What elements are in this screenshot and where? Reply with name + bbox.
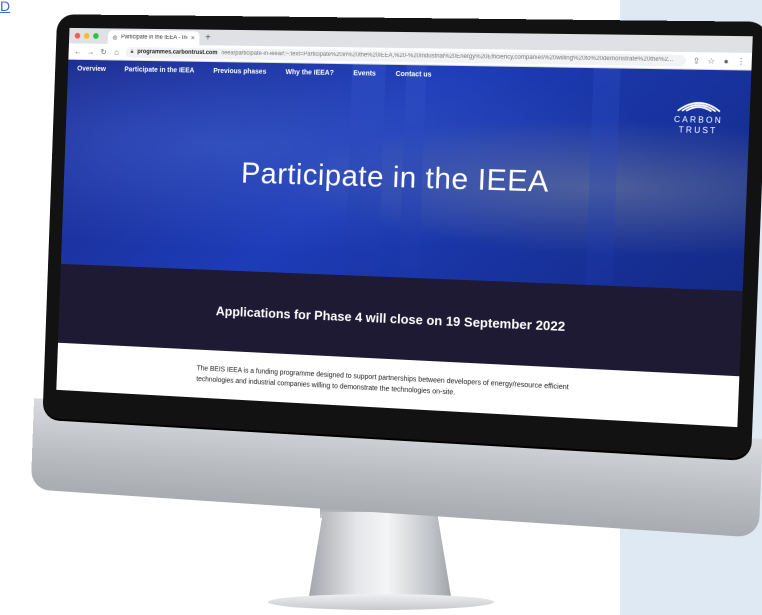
reload-icon[interactable]: ↻ <box>100 47 108 56</box>
monitor-stand-foot <box>268 594 494 610</box>
home-icon[interactable]: ⌂ <box>113 47 121 56</box>
window-controls <box>74 32 99 39</box>
imac-monitor: ◎ Participate in the IEEA - Indust × + ←… <box>30 14 762 543</box>
profile-icon[interactable]: ● <box>722 56 731 65</box>
new-tab-icon[interactable]: + <box>205 32 211 43</box>
nav-item-contact[interactable]: Contact us <box>395 70 431 78</box>
logo-arc-icon <box>675 96 722 113</box>
url-path: /ieea/participate-in-ieea#:~:text=Partic… <box>221 50 674 64</box>
lock-icon: 🔒︎ <box>130 48 134 55</box>
maximize-window-icon[interactable] <box>93 33 99 39</box>
minimize-window-icon[interactable] <box>83 32 90 39</box>
nav-item-events[interactable]: Events <box>353 70 376 77</box>
logo-line-2: TRUST <box>678 125 718 136</box>
share-icon[interactable]: ⇪ <box>692 56 701 65</box>
globe-icon: ◎ <box>112 34 118 41</box>
close-window-icon[interactable] <box>74 32 81 39</box>
nav-item-overview[interactable]: Overview <box>77 65 106 72</box>
menu-kebab-icon[interactable]: ⋮ <box>737 56 746 65</box>
tab-title: Participate in the IEEA - Indust <box>120 34 188 42</box>
logo-line-1: CARBON <box>673 114 724 126</box>
forward-icon[interactable]: → <box>87 47 95 56</box>
url-domain: programmes.carbontrust.com <box>137 49 218 57</box>
nav-item-previous-phases[interactable]: Previous phases <box>213 67 266 75</box>
carbon-trust-logo[interactable]: CARBON TRUST <box>666 96 731 137</box>
hero-section: Overview Participate in the IEEA Previou… <box>60 59 752 292</box>
monitor-stand <box>308 512 452 602</box>
browser-tab[interactable]: ◎ Participate in the IEEA - Indust × <box>107 30 200 46</box>
close-tab-icon[interactable]: × <box>191 35 195 42</box>
nav-item-participate[interactable]: Participate in the IEEA <box>124 66 194 74</box>
back-icon[interactable]: ← <box>74 47 82 56</box>
corner-link[interactable]: D <box>0 0 10 14</box>
bookmark-star-icon[interactable]: ☆ <box>707 56 716 65</box>
nav-item-why-ieea[interactable]: Why the IEEA? <box>285 69 334 77</box>
monitor-screen: ◎ Participate in the IEEA - Indust × + ←… <box>56 27 753 428</box>
deadline-text: Applications for Phase 4 will close on 1… <box>215 302 566 334</box>
